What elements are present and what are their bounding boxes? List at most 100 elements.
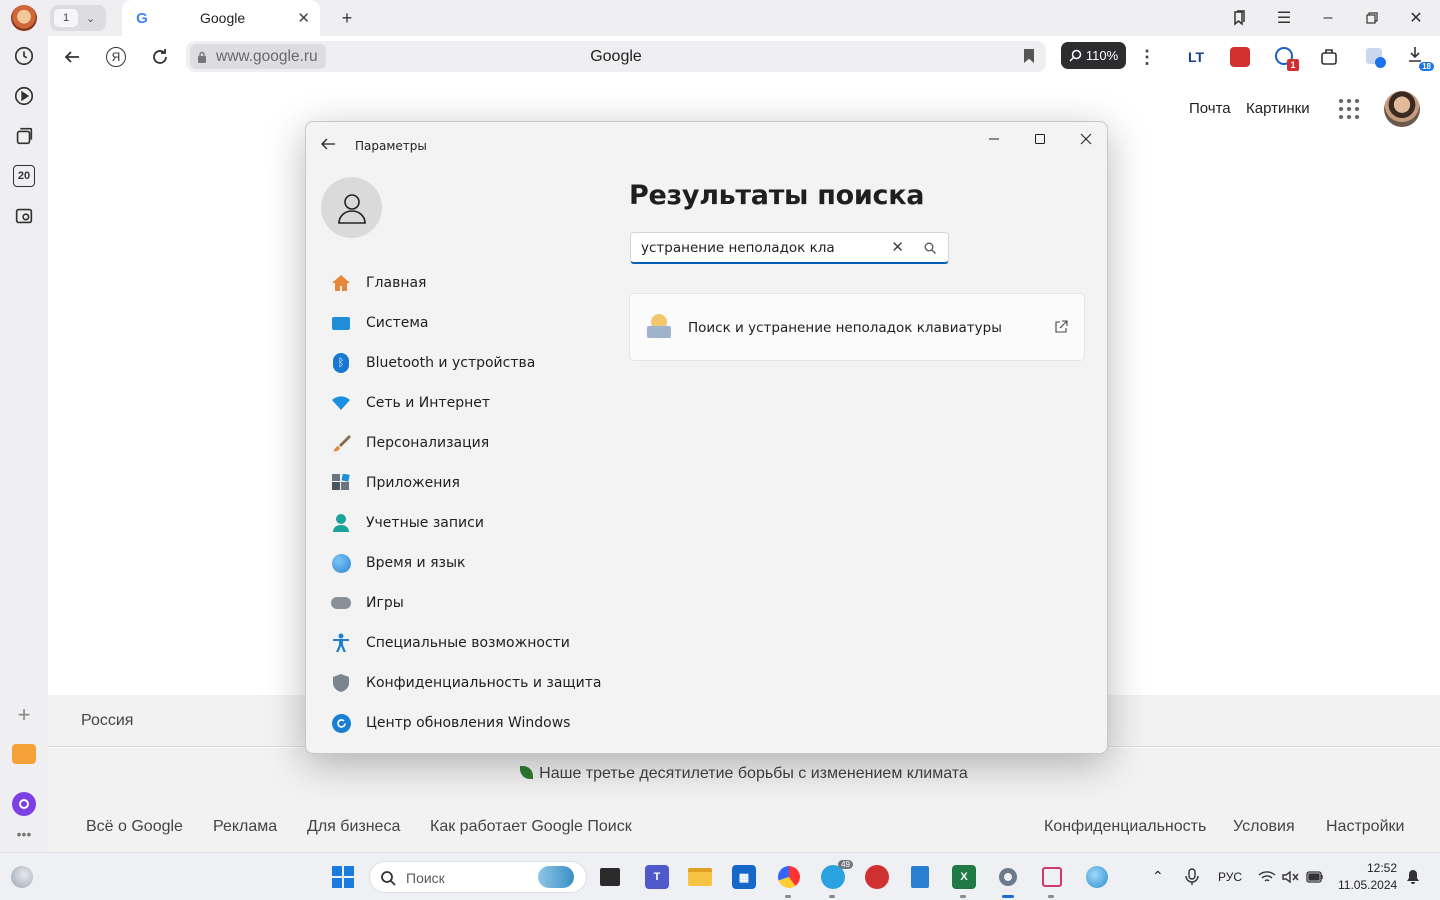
history-icon[interactable] bbox=[10, 42, 38, 70]
close-tab-icon[interactable]: ✕ bbox=[297, 9, 310, 27]
footer-link-settings[interactable]: Настройки bbox=[1326, 818, 1404, 836]
wifi-icon[interactable] bbox=[1255, 865, 1279, 889]
shield-icon bbox=[331, 673, 351, 693]
microphone-icon[interactable] bbox=[1180, 865, 1204, 889]
box-icon[interactable] bbox=[1316, 44, 1342, 70]
nav-privacy[interactable]: Конфиденциальность и защита bbox=[324, 665, 604, 701]
settings-search-input[interactable]: устранение неполадок кла ✕ bbox=[630, 232, 949, 264]
clear-search-icon[interactable]: ✕ bbox=[891, 238, 904, 256]
footer-link-terms[interactable]: Условия bbox=[1233, 818, 1295, 836]
weather-icon[interactable] bbox=[10, 865, 34, 889]
language-indicator[interactable]: РУС bbox=[1218, 870, 1242, 884]
minimize-icon[interactable]: – bbox=[1317, 8, 1339, 28]
new-tab-button[interactable]: + bbox=[336, 7, 358, 29]
tab-google[interactable]: G Google ✕ bbox=[122, 0, 320, 36]
back-icon[interactable] bbox=[60, 45, 84, 69]
settings-gear-icon[interactable] bbox=[996, 865, 1020, 889]
tray-overflow-icon[interactable]: ⌃ bbox=[1152, 868, 1164, 885]
images-link[interactable]: Картинки bbox=[1246, 100, 1310, 117]
ext-badge-icon[interactable]: 1 bbox=[1272, 44, 1299, 71]
apps-icon bbox=[331, 473, 351, 493]
nav-accessibility[interactable]: Специальные возможности bbox=[324, 625, 604, 661]
settings-minimize-icon[interactable] bbox=[979, 128, 1009, 150]
globe-app-icon[interactable] bbox=[1085, 865, 1109, 889]
start-button[interactable] bbox=[331, 865, 355, 889]
store-icon[interactable]: ▦ bbox=[732, 865, 756, 889]
yandex-icon[interactable]: Я bbox=[104, 45, 128, 69]
ok-icon[interactable] bbox=[865, 865, 889, 889]
tab-count-button[interactable]: 1 ⌄ bbox=[50, 5, 106, 31]
clock-time[interactable]: 12:52 bbox=[1367, 861, 1397, 875]
telegram-badge: 49 bbox=[838, 860, 853, 869]
search-highlight-icon bbox=[538, 866, 574, 888]
nav-label: Bluetooth и устройства bbox=[366, 355, 536, 371]
telegram-icon[interactable]: 49 bbox=[821, 860, 853, 889]
dislike-icon[interactable] bbox=[1227, 44, 1253, 70]
nav-windows-update[interactable]: Центр обновления Windows bbox=[324, 705, 604, 741]
footer-link-ads[interactable]: Реклама bbox=[213, 818, 277, 836]
close-window-icon[interactable]: ✕ bbox=[1405, 8, 1427, 28]
footer-link-about[interactable]: Всё о Google bbox=[86, 818, 183, 836]
reload-icon[interactable] bbox=[148, 45, 172, 69]
nav-time-language[interactable]: Время и язык bbox=[324, 545, 604, 581]
nav-bluetooth[interactable]: ᛒ Bluetooth и устройства bbox=[324, 345, 604, 381]
lt-icon[interactable]: LT bbox=[1183, 44, 1209, 70]
nav-system[interactable]: Система bbox=[324, 305, 604, 341]
keyboard-troubleshooter-icon bbox=[647, 314, 671, 340]
volume-muted-icon[interactable] bbox=[1279, 865, 1303, 889]
account-avatar[interactable] bbox=[1384, 91, 1420, 127]
active-indicator bbox=[1002, 895, 1014, 898]
bookmarks-panel-icon[interactable] bbox=[1228, 8, 1250, 28]
screenshot-icon[interactable] bbox=[10, 202, 38, 230]
climate-link[interactable]: Наше третье десятилетие борьбы с изменен… bbox=[48, 765, 1440, 783]
menu-icon[interactable]: ☰ bbox=[1273, 8, 1295, 28]
gmail-link[interactable]: Почта bbox=[1189, 100, 1231, 117]
translate-icon[interactable] bbox=[1362, 44, 1388, 70]
battery-icon[interactable] bbox=[1303, 865, 1327, 889]
nav-gaming[interactable]: Игры bbox=[324, 585, 604, 621]
file-explorer-icon[interactable] bbox=[688, 865, 712, 889]
mail-app-icon[interactable] bbox=[10, 740, 38, 768]
footer-link-privacy[interactable]: Конфиденциальность bbox=[1044, 818, 1206, 836]
notepad-icon[interactable] bbox=[908, 865, 932, 889]
running-indicator bbox=[960, 895, 966, 898]
notification-bell-icon[interactable] bbox=[1401, 865, 1425, 889]
more-options-icon[interactable]: ⋮ bbox=[1134, 44, 1160, 70]
nav-network[interactable]: Сеть и Интернет bbox=[324, 385, 604, 421]
collections-icon[interactable] bbox=[10, 122, 38, 150]
search-result-keyboard-troubleshooter[interactable]: Поиск и устранение неполадок клавиатуры bbox=[629, 293, 1085, 361]
page-title: Результаты поиска bbox=[629, 180, 925, 211]
yandex-browser-icon[interactable] bbox=[777, 865, 801, 889]
settings-maximize-icon[interactable] bbox=[1025, 128, 1055, 150]
task-view-icon[interactable] bbox=[598, 865, 622, 889]
footer-link-business[interactable]: Для бизнеса bbox=[307, 818, 400, 836]
profile-avatar[interactable] bbox=[10, 4, 38, 32]
video-icon[interactable] bbox=[10, 82, 38, 110]
lt-label: LT bbox=[1187, 49, 1205, 65]
excel-icon[interactable]: X bbox=[952, 865, 976, 889]
more-icon[interactable]: ••• bbox=[10, 820, 38, 848]
restore-icon[interactable] bbox=[1361, 8, 1383, 28]
nav-personalization[interactable]: Персонализация bbox=[324, 425, 604, 461]
google-apps-icon[interactable] bbox=[1339, 99, 1359, 119]
user-account-avatar[interactable] bbox=[321, 177, 382, 238]
back-arrow-icon[interactable] bbox=[320, 136, 336, 157]
tab-count: 1 bbox=[54, 9, 78, 27]
nav-accounts[interactable]: Учетные записи bbox=[324, 505, 604, 541]
nav-apps[interactable]: Приложения bbox=[324, 465, 604, 501]
taskbar-search[interactable]: Поиск bbox=[369, 861, 587, 893]
settings-close-icon[interactable] bbox=[1071, 128, 1101, 150]
calendar-badge-icon[interactable]: 20 bbox=[10, 162, 38, 190]
teams-icon[interactable]: T bbox=[645, 865, 669, 889]
snipping-tool-icon[interactable] bbox=[1040, 865, 1064, 889]
nav-home[interactable]: Главная bbox=[324, 265, 604, 301]
footer-link-how-search-works[interactable]: Как работает Google Поиск bbox=[430, 818, 632, 836]
clock-date[interactable]: 11.05.2024 bbox=[1338, 878, 1397, 892]
add-panel-icon[interactable]: + bbox=[10, 701, 38, 729]
nav-label: Сеть и Интернет bbox=[366, 395, 490, 411]
search-icon[interactable] bbox=[924, 242, 936, 254]
download-icon[interactable]: 18 bbox=[1405, 44, 1434, 71]
zoom-button[interactable]: 110% bbox=[1061, 42, 1126, 69]
alice-icon[interactable] bbox=[10, 790, 38, 818]
address-bar[interactable]: www.google.ru Google bbox=[186, 41, 1046, 72]
